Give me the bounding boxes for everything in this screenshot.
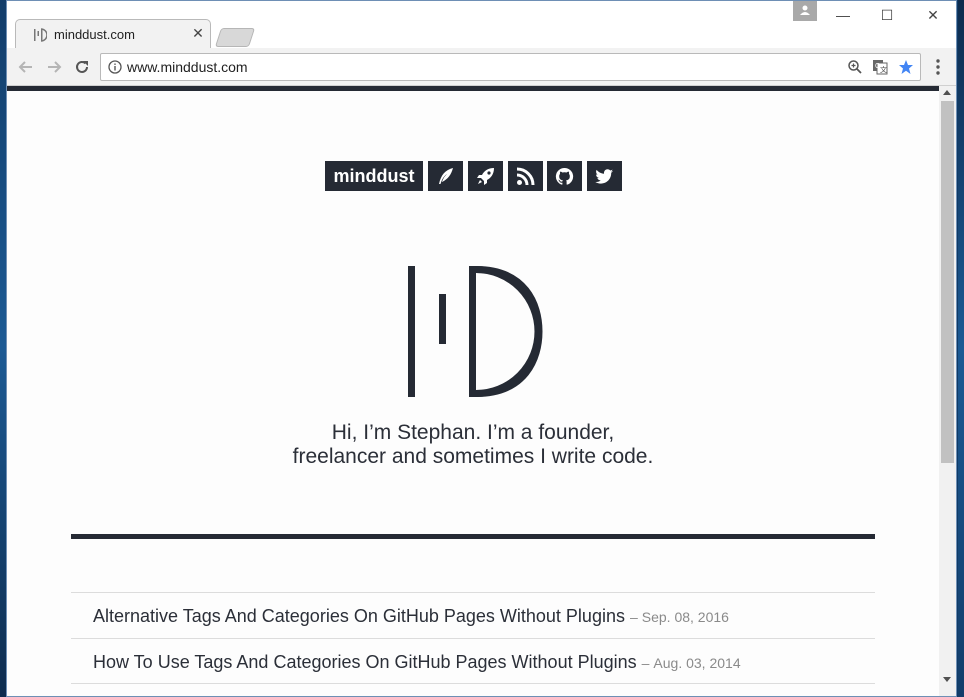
favicon-icon <box>34 28 47 42</box>
bookmark-star-icon[interactable] <box>898 59 914 75</box>
back-icon[interactable] <box>15 56 37 78</box>
forward-icon[interactable] <box>43 56 65 78</box>
quill-icon <box>439 168 453 184</box>
browser-window: minddust.com ✕ — ☐ ✕ www.minddust.com G … <box>6 0 957 697</box>
scroll-thumb[interactable] <box>941 101 954 463</box>
svg-text:文: 文 <box>880 65 887 74</box>
post-title-link[interactable]: How To Use Tags And Categories On GitHub… <box>93 652 637 672</box>
brand-link[interactable]: minddust <box>325 161 423 191</box>
zoom-icon[interactable] <box>847 59 863 75</box>
scroll-up-icon[interactable] <box>943 90 951 95</box>
profile-icon <box>800 5 810 15</box>
nav-github-link[interactable] <box>547 161 582 191</box>
minimize-icon[interactable]: — <box>831 5 855 25</box>
desktop-background-right <box>958 0 964 697</box>
tab-strip: minddust.com ✕ — ☐ ✕ <box>7 1 956 49</box>
translate-icon[interactable]: G 文 <box>872 59 888 75</box>
browser-toolbar: www.minddust.com G 文 <box>7 48 956 86</box>
github-icon <box>555 167 574 185</box>
vertical-scrollbar[interactable] <box>939 86 956 696</box>
url-text[interactable]: www.minddust.com <box>127 59 248 75</box>
nav-rss-link[interactable] <box>508 161 543 191</box>
profile-button[interactable] <box>793 1 817 21</box>
scroll-down-icon[interactable] <box>943 677 951 682</box>
nav-projects-link[interactable] <box>468 161 503 191</box>
post-separator: – <box>641 655 650 671</box>
post-list: Alternative Tags And Categories On GitHu… <box>71 592 875 684</box>
nav-twitter-link[interactable] <box>587 161 622 191</box>
new-tab-button[interactable] <box>214 28 256 47</box>
info-icon[interactable] <box>108 60 122 74</box>
rss-icon <box>516 167 535 186</box>
maximize-icon[interactable]: ☐ <box>875 5 899 25</box>
tab-close-icon[interactable]: ✕ <box>190 25 206 41</box>
browser-tab[interactable]: minddust.com ✕ <box>15 19 211 49</box>
intro-text: Hi, I’m Stephan. I’m a founder, freelanc… <box>7 421 939 469</box>
page-viewport: minddust Hi, I’m Stephan. I’m a founder,… <box>7 86 939 696</box>
top-accent-bar <box>7 86 939 91</box>
post-date: Sep. 08, 2016 <box>641 609 729 625</box>
post-date: Aug. 03, 2014 <box>653 655 741 671</box>
nav-blog-link[interactable] <box>428 161 463 191</box>
close-icon[interactable]: ✕ <box>921 5 945 25</box>
section-divider <box>71 534 875 539</box>
post-separator: – <box>629 609 638 625</box>
post-title-link[interactable]: Alternative Tags And Categories On GitHu… <box>93 606 625 626</box>
rocket-icon <box>477 168 494 185</box>
twitter-icon <box>595 169 613 184</box>
list-item: Alternative Tags And Categories On GitHu… <box>71 592 875 638</box>
tab-title: minddust.com <box>54 27 135 42</box>
intro-line-2: freelancer and sometimes I write code. <box>292 445 654 468</box>
intro-line-1: Hi, I’m Stephan. I’m a founder, <box>331 421 615 444</box>
reload-icon[interactable] <box>71 56 93 78</box>
minddust-logo-icon <box>408 266 543 397</box>
menu-icon[interactable] <box>932 57 944 77</box>
address-bar[interactable]: www.minddust.com G 文 <box>100 53 921 81</box>
list-item: How To Use Tags And Categories On GitHub… <box>71 638 875 684</box>
